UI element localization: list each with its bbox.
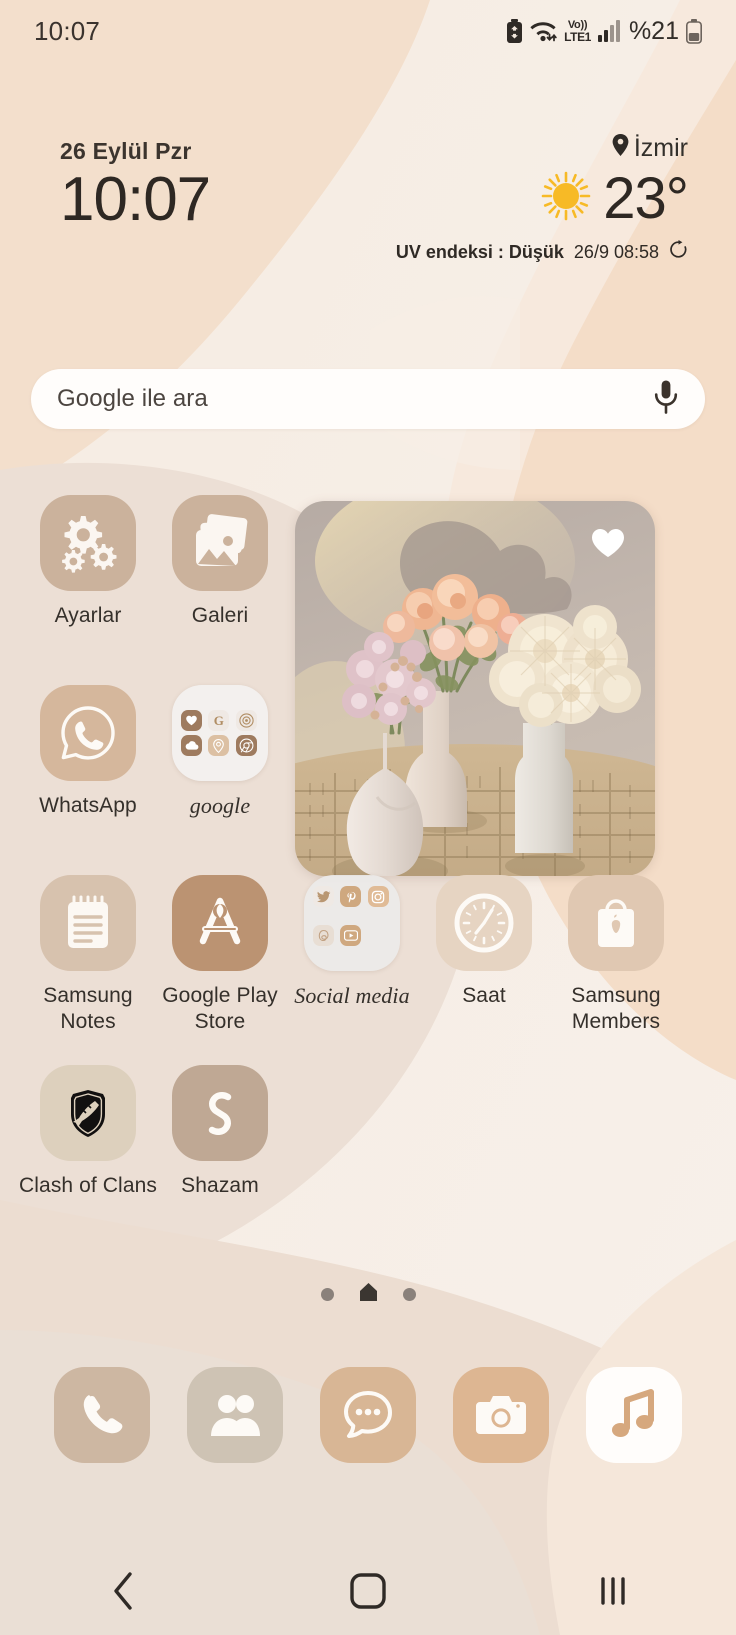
- phone-icon[interactable]: [54, 1367, 150, 1463]
- app-clash-of-clans[interactable]: Clash of Clans: [19, 1065, 157, 1255]
- app-label: WhatsApp: [39, 794, 137, 817]
- battery-saver-icon: [506, 19, 523, 43]
- google-maps-icon[interactable]: [208, 735, 230, 756]
- app-label: Samsung Notes: [43, 984, 133, 1033]
- recents-icon[interactable]: [553, 1561, 673, 1621]
- widget-date: 26 Eylül Pzr: [60, 138, 192, 164]
- weather-temp-row: 23°: [396, 165, 689, 231]
- instagram-icon[interactable]: [367, 886, 389, 907]
- app-label: Clash of Clans: [19, 1174, 157, 1197]
- shopping-bag-apple-icon[interactable]: [568, 875, 664, 971]
- app-row-3: Samsung Notes Google Play Store Social m…: [0, 875, 736, 1065]
- page-dot-3[interactable]: [402, 1288, 416, 1301]
- weather-sub-row: UV endeksi : Düşük 26/9 08:58: [396, 240, 688, 264]
- clash-shield-icon[interactable]: [40, 1065, 136, 1161]
- app-row-4: Clash of Clans Shazam: [0, 1065, 736, 1255]
- camera-icon[interactable]: [453, 1367, 549, 1463]
- pinterest-icon[interactable]: [340, 886, 362, 907]
- google-photos-icon[interactable]: [181, 710, 202, 731]
- weather-location: İzmir: [396, 134, 688, 163]
- google-search-bar[interactable]: Google ile ara: [31, 369, 705, 429]
- back-icon[interactable]: [63, 1561, 183, 1621]
- google-drive-icon[interactable]: [181, 735, 202, 756]
- folder-icon[interactable]: G: [172, 685, 268, 781]
- app-label: Shazam: [181, 1174, 259, 1197]
- app-row-1: Ayarlar Galeri: [0, 495, 736, 685]
- play-store-icon[interactable]: [172, 875, 268, 971]
- weather-temperature: 23°: [603, 165, 689, 231]
- app-whatsapp[interactable]: WhatsApp: [22, 685, 154, 875]
- clock-block[interactable]: 26 Eylül Pzr 10:07: [60, 138, 211, 234]
- clock-weather-widget[interactable]: 26 Eylül Pzr 10:07 İzmir 23° UV endeksi …: [0, 130, 736, 280]
- twitter-icon[interactable]: [313, 886, 334, 907]
- app-label: Galeri: [191, 604, 249, 627]
- app-saat[interactable]: Saat: [418, 875, 550, 1065]
- weather-block[interactable]: İzmir 23° UV endeksi: Düşük 26/9 08:58: [396, 134, 689, 264]
- app-label: Samsung Members: [571, 984, 661, 1033]
- app-samsung-notes[interactable]: Samsung Notes: [22, 875, 154, 1065]
- status-bar: 10:07 Vo)) LTE1 %21: [0, 0, 736, 62]
- location-pin-icon: [612, 134, 629, 163]
- folder-social-media[interactable]: Social media: [286, 875, 418, 1065]
- app-google-play-store[interactable]: Google Play Store: [154, 875, 286, 1065]
- app-samsung-members[interactable]: Samsung Members: [550, 875, 682, 1065]
- app-label: Saat: [462, 984, 506, 1007]
- dock: [0, 1355, 736, 1475]
- contacts-icon[interactable]: [187, 1367, 283, 1463]
- wifi-icon: [530, 19, 557, 43]
- app-galeri[interactable]: Galeri: [154, 495, 286, 685]
- widget-time: 10:07: [60, 165, 211, 234]
- page-dot-1[interactable]: [320, 1288, 334, 1301]
- gallery-photos-icon[interactable]: [172, 495, 268, 591]
- messages-icon[interactable]: [320, 1367, 416, 1463]
- whatsapp-icon[interactable]: [40, 685, 136, 781]
- app-grid: Ayarlar Galeri WhatsApp G google Samsung…: [0, 495, 736, 1255]
- refresh-icon[interactable]: [669, 240, 688, 264]
- status-bar-icons: Vo)) LTE1 %21: [506, 17, 702, 46]
- home-page-icon[interactable]: [359, 1283, 377, 1306]
- page-indicator: [0, 1283, 736, 1306]
- search-input[interactable]: Google ile ara: [57, 385, 653, 413]
- google-search-icon[interactable]: G: [208, 710, 230, 731]
- home-icon[interactable]: [308, 1561, 428, 1621]
- microphone-icon[interactable]: [653, 380, 679, 419]
- folder-google[interactable]: G google: [154, 685, 286, 875]
- sun-icon: [537, 167, 595, 230]
- weather-updated: 26/9 08:58: [573, 241, 659, 262]
- notes-icon[interactable]: [40, 875, 136, 971]
- folder-icon[interactable]: [304, 875, 400, 971]
- app-label: Social media: [294, 983, 410, 1008]
- app-label: google: [189, 793, 251, 818]
- volte-icon: Vo)) LTE1: [564, 18, 591, 44]
- app-label: Google Play Store: [162, 984, 278, 1033]
- settings-gears-icon[interactable]: [40, 495, 136, 591]
- google-podcasts-icon[interactable]: [235, 710, 257, 731]
- signal-icon: [597, 20, 622, 42]
- status-bar-clock: 10:07: [34, 15, 101, 46]
- app-row-2: WhatsApp G google: [0, 685, 736, 875]
- battery-icon: [686, 18, 702, 44]
- shazam-icon[interactable]: [172, 1065, 268, 1161]
- app-ayarlar[interactable]: Ayarlar: [22, 495, 154, 685]
- chrome-icon[interactable]: [235, 735, 257, 756]
- app-shazam[interactable]: Shazam: [154, 1065, 286, 1255]
- battery-percent: %21: [628, 16, 679, 45]
- weather-city: İzmir: [633, 134, 688, 162]
- music-note-icon[interactable]: [586, 1367, 682, 1463]
- clock-icon[interactable]: [436, 875, 532, 971]
- navigation-bar: [0, 1547, 736, 1635]
- app-label: Ayarlar: [54, 604, 122, 627]
- uv-index: UV endeksi : Düşük: [395, 241, 564, 262]
- youtube-icon[interactable]: [340, 925, 362, 946]
- threads-icon[interactable]: [313, 925, 334, 946]
